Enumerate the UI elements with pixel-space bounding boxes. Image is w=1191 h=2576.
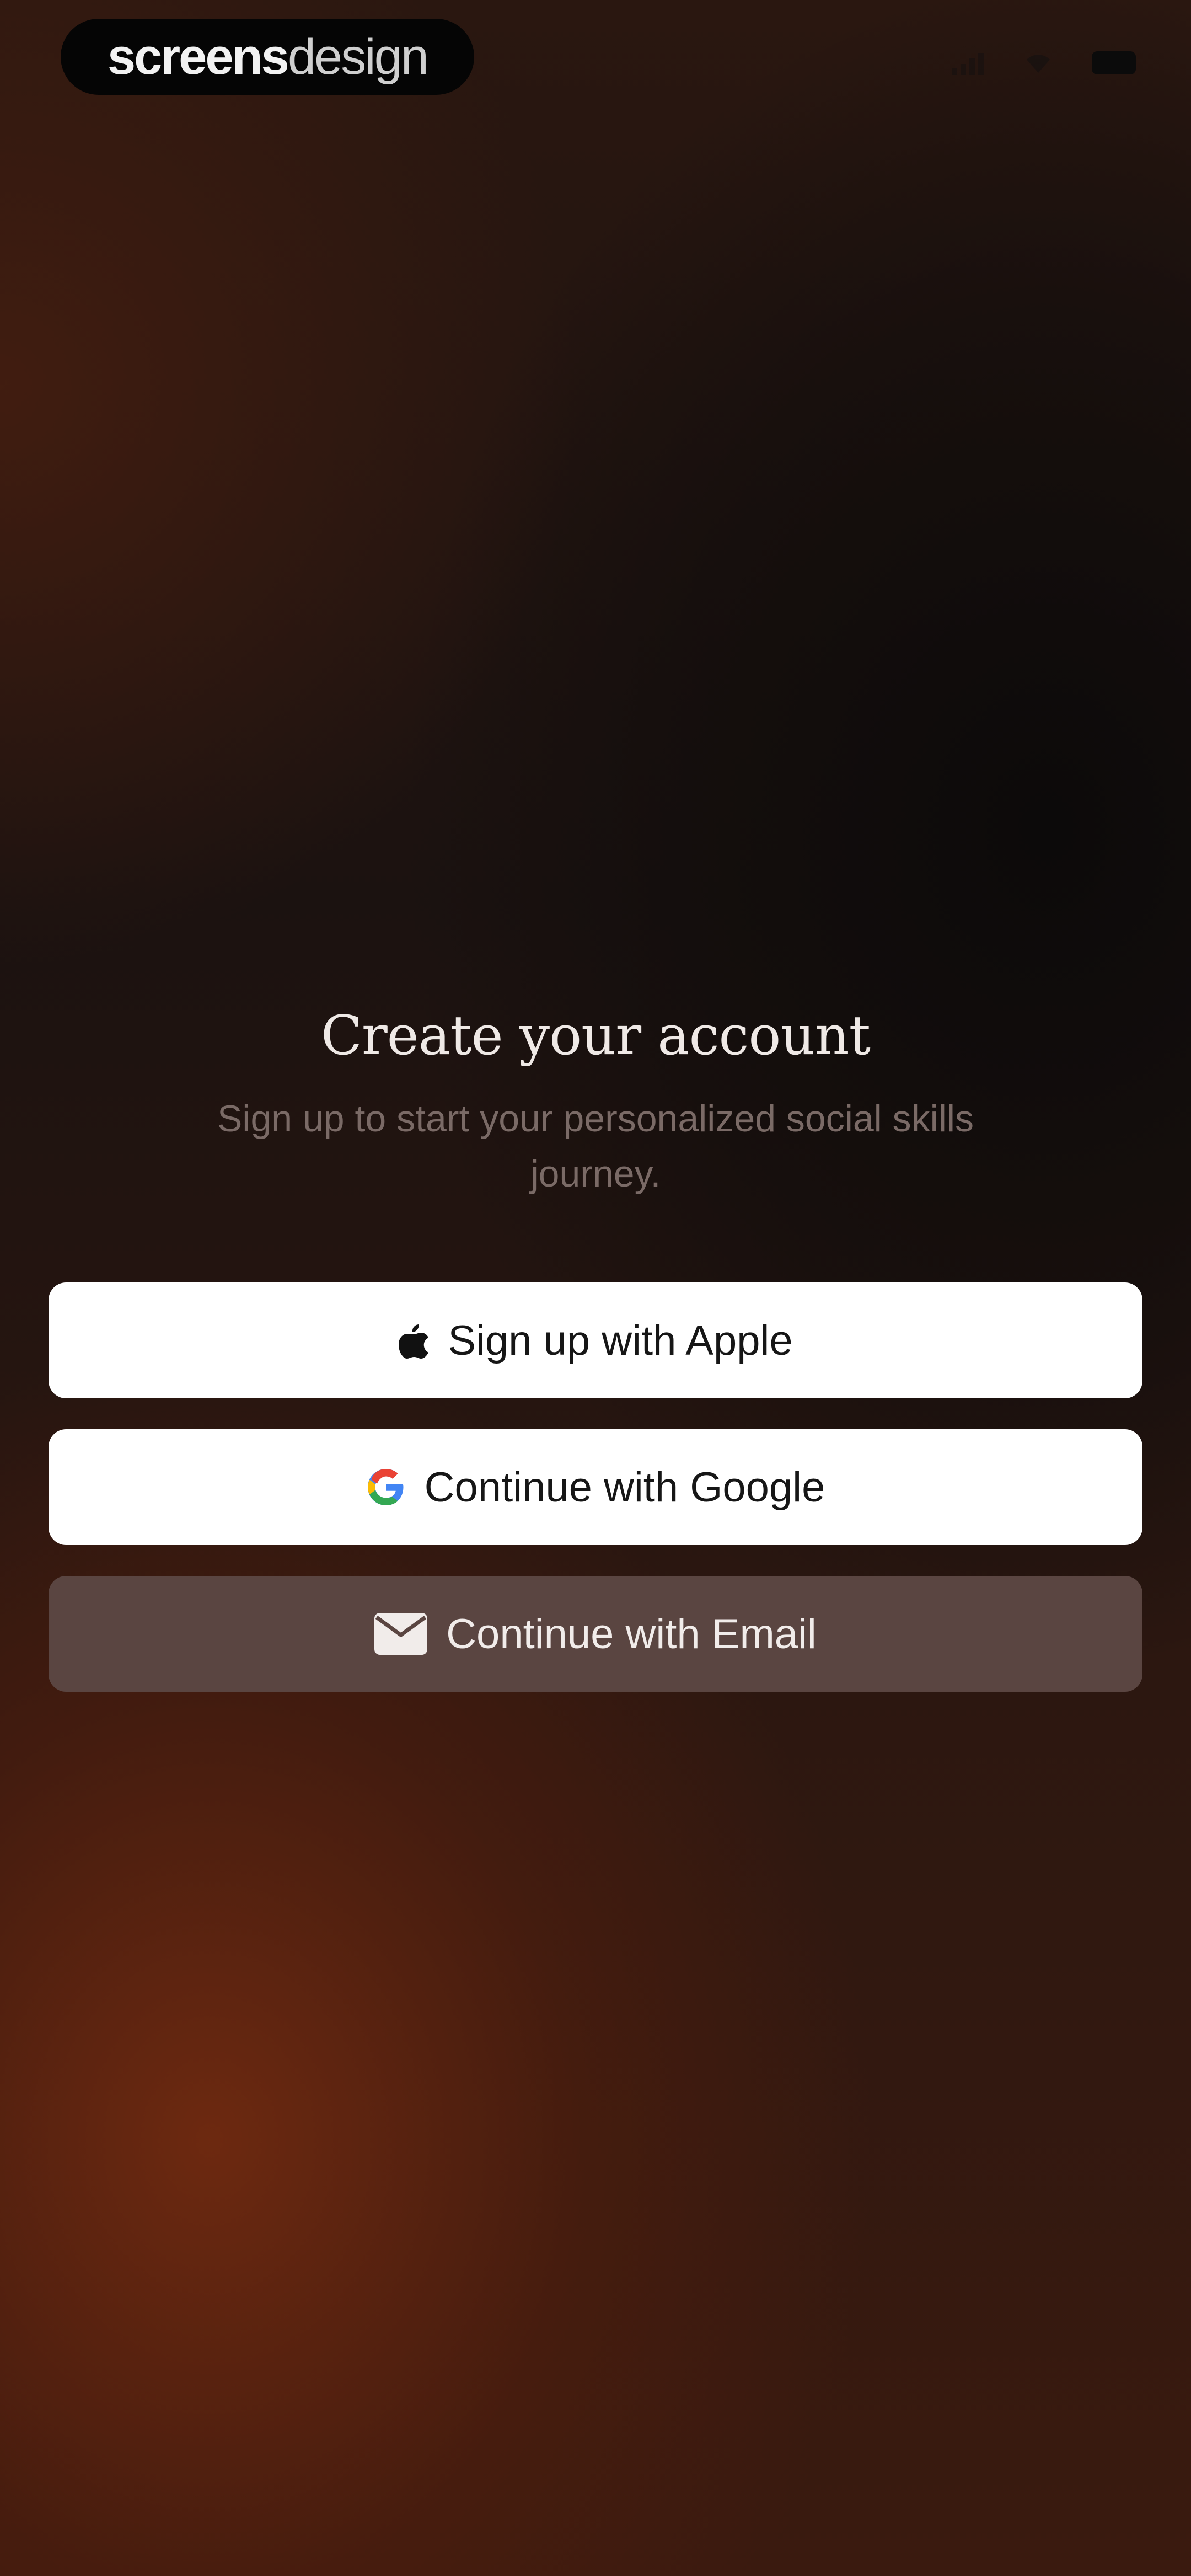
brand-logo: screens design (61, 19, 474, 95)
brand-logo-light: design (287, 28, 429, 85)
page-title: Create your account (320, 1004, 871, 1067)
continue-with-google-button[interactable]: Continue with Google (49, 1429, 1142, 1545)
auth-buttons: Sign up with Apple Continue with Google (49, 1282, 1142, 1723)
signal-icon (952, 51, 985, 75)
wifi-icon (1027, 55, 1050, 73)
mail-icon (374, 1613, 428, 1655)
page-subtitle: Sign up to start your personalized socia… (217, 1097, 974, 1195)
google-button-label: Continue with Google (424, 1463, 825, 1511)
email-button-label: Continue with Email (446, 1610, 817, 1658)
google-icon (366, 1467, 406, 1507)
sign-up-with-apple-button[interactable]: Sign up with Apple (49, 1282, 1142, 1398)
apple-button-label: Sign up with Apple (448, 1317, 793, 1364)
signup-heading-block: Create your account Sign up to start you… (0, 1004, 1191, 1201)
battery-icon (1092, 51, 1136, 74)
brand-logo-bold: screens (108, 28, 289, 85)
apple-icon (398, 1322, 429, 1359)
signup-screen: screens design Create your account Sign u… (0, 0, 1191, 2576)
status-bar-icons (952, 51, 1136, 75)
continue-with-email-button[interactable]: Continue with Email (49, 1576, 1142, 1692)
